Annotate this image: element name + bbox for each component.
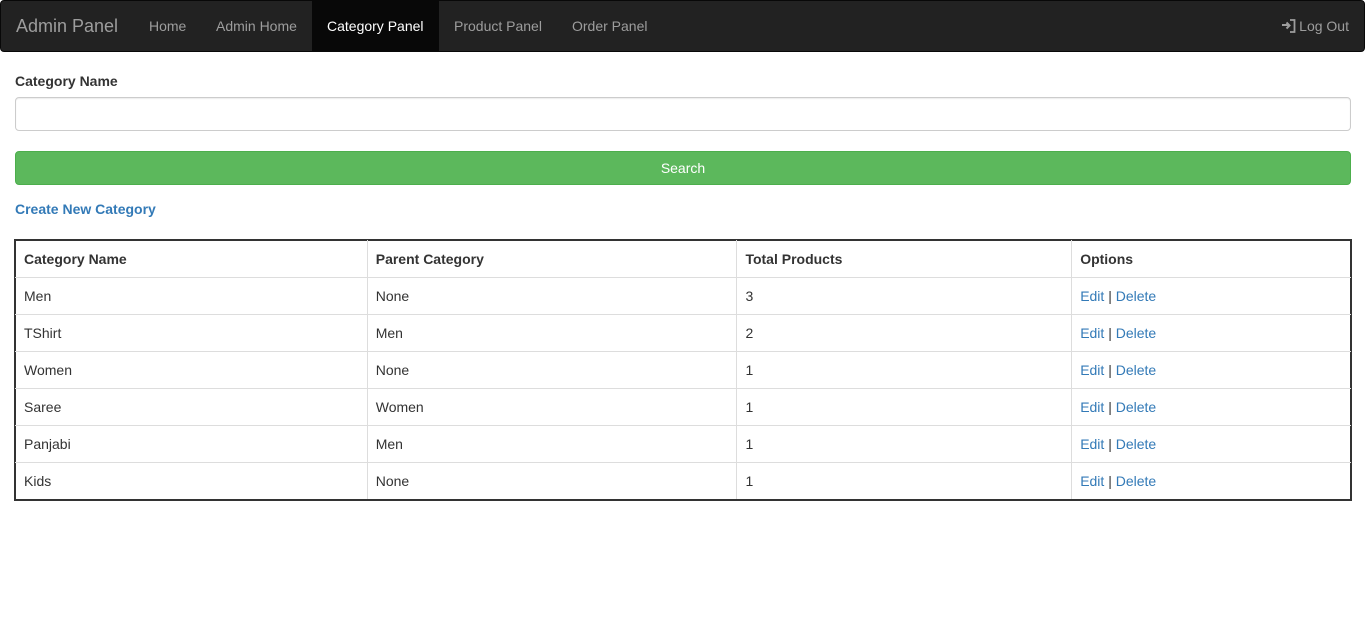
edit-link[interactable]: Edit xyxy=(1080,436,1104,452)
separator: | xyxy=(1108,436,1112,452)
cell-parent-category: None xyxy=(366,462,738,500)
table-row: Saree Women 1 Edit | Delete xyxy=(15,388,1351,426)
header-total-products: Total Products xyxy=(736,240,1073,278)
delete-link[interactable]: Delete xyxy=(1116,325,1156,341)
delete-link[interactable]: Delete xyxy=(1116,473,1156,489)
cell-options: Edit | Delete xyxy=(1071,277,1351,315)
cell-total-products: 1 xyxy=(736,425,1073,463)
header-category-name: Category Name xyxy=(15,240,368,278)
edit-link[interactable]: Edit xyxy=(1080,473,1104,489)
navbar: Admin Panel Home Admin Home Category Pan… xyxy=(0,0,1365,52)
nav-item-product-panel[interactable]: Product Panel xyxy=(439,1,557,51)
table-row: Women None 1 Edit | Delete xyxy=(15,351,1351,389)
cell-category-name: Women xyxy=(15,351,368,389)
table-row: Men None 3 Edit | Delete xyxy=(15,277,1351,315)
edit-link[interactable]: Edit xyxy=(1080,288,1104,304)
separator: | xyxy=(1108,473,1112,489)
cell-category-name: Saree xyxy=(15,388,368,426)
nav-item-home[interactable]: Home xyxy=(134,1,201,51)
delete-link[interactable]: Delete xyxy=(1116,288,1156,304)
category-name-input[interactable] xyxy=(15,97,1351,131)
edit-link[interactable]: Edit xyxy=(1080,399,1104,415)
nav-item-admin-home[interactable]: Admin Home xyxy=(201,1,312,51)
table-row: Panjabi Men 1 Edit | Delete xyxy=(15,425,1351,463)
cell-options: Edit | Delete xyxy=(1071,462,1351,500)
separator: | xyxy=(1108,362,1112,378)
search-button[interactable]: Search xyxy=(15,151,1351,185)
cell-parent-category: None xyxy=(366,351,738,389)
category-name-label: Category Name xyxy=(15,73,118,89)
header-parent-category: Parent Category xyxy=(366,240,738,278)
edit-link[interactable]: Edit xyxy=(1080,362,1104,378)
cell-total-products: 1 xyxy=(736,388,1073,426)
cell-parent-category: Women xyxy=(366,388,738,426)
cell-total-products: 1 xyxy=(736,462,1073,500)
cell-category-name: Men xyxy=(15,277,368,315)
category-table: Category Name Parent Category Total Prod… xyxy=(14,239,1352,501)
logout-link[interactable]: Log Out xyxy=(1281,1,1349,51)
navbar-brand[interactable]: Admin Panel xyxy=(16,1,118,51)
edit-link[interactable]: Edit xyxy=(1080,325,1104,341)
cell-options: Edit | Delete xyxy=(1071,314,1351,352)
delete-link[interactable]: Delete xyxy=(1116,436,1156,452)
cell-options: Edit | Delete xyxy=(1071,351,1351,389)
separator: | xyxy=(1108,325,1112,341)
cell-total-products: 3 xyxy=(736,277,1073,315)
delete-link[interactable]: Delete xyxy=(1116,362,1156,378)
cell-parent-category: None xyxy=(366,277,738,315)
cell-parent-category: Men xyxy=(366,425,738,463)
nav-item-category-panel[interactable]: Category Panel xyxy=(312,1,439,51)
table-row: TShirt Men 2 Edit | Delete xyxy=(15,314,1351,352)
log-in-icon xyxy=(1282,19,1296,33)
header-options: Options xyxy=(1071,240,1351,278)
cell-total-products: 1 xyxy=(736,351,1073,389)
cell-parent-category: Men xyxy=(366,314,738,352)
cell-category-name: Panjabi xyxy=(15,425,368,463)
cell-total-products: 2 xyxy=(736,314,1073,352)
delete-link[interactable]: Delete xyxy=(1116,399,1156,415)
table-header-row: Category Name Parent Category Total Prod… xyxy=(15,240,1351,278)
cell-category-name: Kids xyxy=(15,462,368,500)
create-new-category-link[interactable]: Create New Category xyxy=(15,201,156,217)
cell-category-name: TShirt xyxy=(15,314,368,352)
table-row: Kids None 1 Edit | Delete xyxy=(15,462,1351,500)
nav-item-order-panel[interactable]: Order Panel xyxy=(557,1,662,51)
separator: | xyxy=(1108,288,1112,304)
separator: | xyxy=(1108,399,1112,415)
cell-options: Edit | Delete xyxy=(1071,425,1351,463)
logout-label: Log Out xyxy=(1299,18,1349,34)
cell-options: Edit | Delete xyxy=(1071,388,1351,426)
